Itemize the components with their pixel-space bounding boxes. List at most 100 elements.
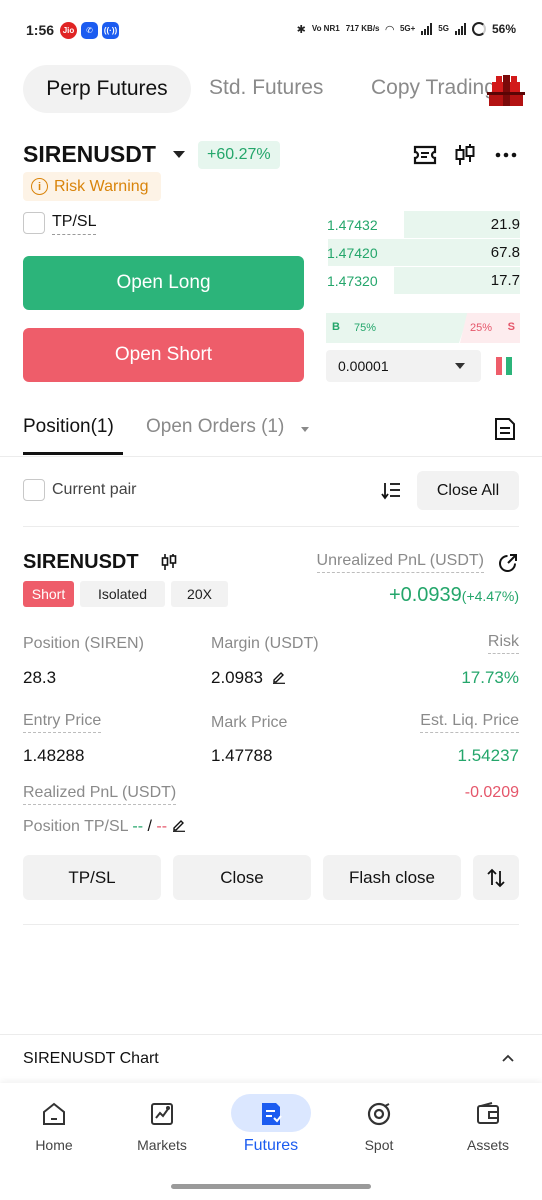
phone-app-icon: ✆ — [81, 22, 98, 39]
position-tpsl-row[interactable]: Position TP/SL -- / -- — [23, 818, 186, 836]
spot-icon — [367, 1102, 391, 1126]
tab-position[interactable]: Position(1) — [23, 416, 114, 438]
buy-ratio-fill — [326, 313, 469, 343]
current-pair-label[interactable]: Current pair — [52, 481, 136, 499]
signal-bars-icon — [421, 23, 433, 35]
order-ticket-icon[interactable] — [412, 142, 438, 168]
symbol-dropdown-icon[interactable] — [173, 151, 185, 158]
order-book-price: 1.47420 — [327, 245, 378, 261]
share-icon[interactable] — [497, 553, 518, 574]
battery-percent: 56% — [491, 22, 516, 36]
nav-label: Assets — [466, 1137, 509, 1153]
status-bar: 1:56 Jio ✆ ((·)) ✱ Vo NR1 717 KB/s ◠ 5G+… — [0, 0, 542, 64]
price-change-badge: +60.27% — [198, 141, 280, 169]
margin-mode-badge[interactable]: Isolated — [80, 581, 165, 607]
realized-pnl-label[interactable]: Realized PnL (USDT) — [23, 784, 177, 805]
risk-warning-label: Risk Warning — [54, 177, 149, 195]
edit-pencil-icon[interactable] — [272, 670, 286, 684]
mark-price-label: Mark Price — [211, 714, 288, 731]
candlestick-chart-icon[interactable] — [452, 142, 478, 168]
order-book-row[interactable]: 1.47432 21.9 — [326, 210, 520, 238]
system-home-indicator[interactable] — [171, 1184, 371, 1189]
order-book-row[interactable]: 1.47420 67.8 — [326, 238, 520, 266]
chart-section-title: SIRENUSDT Chart — [23, 1050, 159, 1067]
margin-label: Margin (USDT) — [211, 635, 319, 652]
candlestick-chart-icon[interactable] — [160, 553, 178, 571]
tpsl-label[interactable]: TP/SL — [52, 213, 97, 235]
reverse-position-button[interactable] — [473, 855, 519, 900]
current-pair-checkbox[interactable] — [23, 479, 45, 501]
symbol-header: SIRENUSDT +60.27% — [23, 138, 523, 172]
risk-value: 17.73% — [461, 668, 519, 687]
order-book-price: 1.47432 — [327, 217, 378, 233]
signal-5g-plus-label: 5G+ — [399, 24, 416, 33]
nav-label: Markets — [137, 1137, 187, 1153]
nav-label: Home — [35, 1137, 73, 1153]
order-book-price: 1.47320 — [327, 273, 378, 289]
unrealized-pnl: +0.0939(+4.47%) — [389, 584, 519, 607]
unrealized-pnl-label[interactable]: Unrealized PnL (USDT) — [316, 552, 484, 573]
price-precision-value: 0.00001 — [338, 358, 389, 374]
order-book-layout-icon[interactable] — [495, 356, 513, 376]
position-size-value: 28.3 — [23, 668, 57, 687]
symbol-name[interactable]: SIRENUSDT — [23, 141, 156, 168]
entry-price-label[interactable]: Entry Price — [23, 712, 102, 733]
unrealized-pnl-value: +0.0939 — [388, 584, 462, 606]
order-book-row[interactable]: 1.47320 17.7 — [326, 266, 520, 294]
markets-icon — [151, 1103, 173, 1125]
risk-warning-badge[interactable]: i Risk Warning — [23, 172, 161, 201]
open-long-button[interactable]: Open Long — [23, 256, 304, 310]
positions-tab-bar: Position(1) Open Orders (1) — [0, 405, 542, 457]
nav-assets[interactable]: Assets — [443, 1095, 533, 1165]
nav-label: Spot — [364, 1137, 394, 1153]
sort-icon[interactable] — [381, 481, 401, 500]
flash-close-button[interactable]: Flash close — [323, 855, 461, 900]
margin-value-group[interactable]: 2.0983 — [211, 668, 286, 688]
leverage-badge[interactable]: 20X — [171, 581, 228, 607]
nav-markets[interactable]: Markets — [117, 1095, 207, 1165]
divider — [23, 924, 519, 925]
close-position-button[interactable]: Close — [173, 855, 311, 900]
position-size-label: Position (SIREN) — [23, 635, 144, 652]
chevron-down-icon[interactable] — [301, 427, 309, 432]
nav-spot[interactable]: Spot — [334, 1095, 424, 1165]
more-options-icon[interactable] — [493, 142, 519, 168]
price-precision-select[interactable]: 0.00001 — [326, 350, 481, 382]
signal-5g-label: 5G — [438, 24, 449, 33]
position-tpsl-button[interactable]: TP/SL — [23, 855, 161, 900]
nav-home[interactable]: Home — [9, 1095, 99, 1165]
chevron-up-icon[interactable] — [501, 1053, 515, 1063]
jio-app-icon: Jio — [60, 22, 77, 39]
swap-arrows-icon — [487, 868, 505, 887]
buy-label: B — [332, 321, 340, 333]
futures-icon — [262, 1103, 282, 1125]
status-app-icons: Jio ✆ ((·)) — [60, 22, 119, 39]
position-symbol[interactable]: SIRENUSDT — [23, 551, 139, 574]
close-all-button[interactable]: Close All — [417, 471, 519, 510]
nav-futures[interactable]: Futures — [226, 1095, 316, 1165]
chevron-down-icon — [455, 363, 465, 369]
order-book-qty: 21.9 — [490, 216, 520, 233]
open-short-button[interactable]: Open Short — [23, 328, 304, 382]
position-side-badge: Short — [23, 581, 74, 607]
wifi-icon: ◠ — [385, 23, 394, 36]
mark-price-value: 1.47788 — [211, 746, 273, 765]
gift-box-icon[interactable] — [486, 72, 526, 108]
tab-std-futures[interactable]: Std. Futures — [209, 76, 323, 100]
battery-ring-icon — [471, 22, 486, 36]
tab-open-orders[interactable]: Open Orders (1) — [146, 416, 284, 438]
network-speed: 717 KB/s — [345, 24, 380, 33]
status-indicators: ✱ Vo NR1 717 KB/s ◠ 5G+ 5G 56% — [297, 22, 516, 36]
tpsl-separator: / — [147, 818, 152, 835]
liquidation-price-label[interactable]: Est. Liq. Price — [420, 712, 519, 733]
tpsl-checkbox[interactable] — [23, 212, 45, 234]
risk-label[interactable]: Risk — [487, 633, 519, 654]
active-tab-indicator — [23, 452, 123, 455]
edit-pencil-icon[interactable] — [172, 818, 186, 832]
chart-section-header[interactable]: SIRENUSDT Chart — [0, 1034, 542, 1082]
order-history-icon[interactable] — [494, 417, 516, 441]
tab-perp-futures[interactable]: Perp Futures — [23, 65, 191, 113]
network-label: Vo NR1 — [311, 24, 340, 33]
nav-label: Futures — [243, 1137, 299, 1154]
warning-info-icon: i — [31, 178, 48, 195]
